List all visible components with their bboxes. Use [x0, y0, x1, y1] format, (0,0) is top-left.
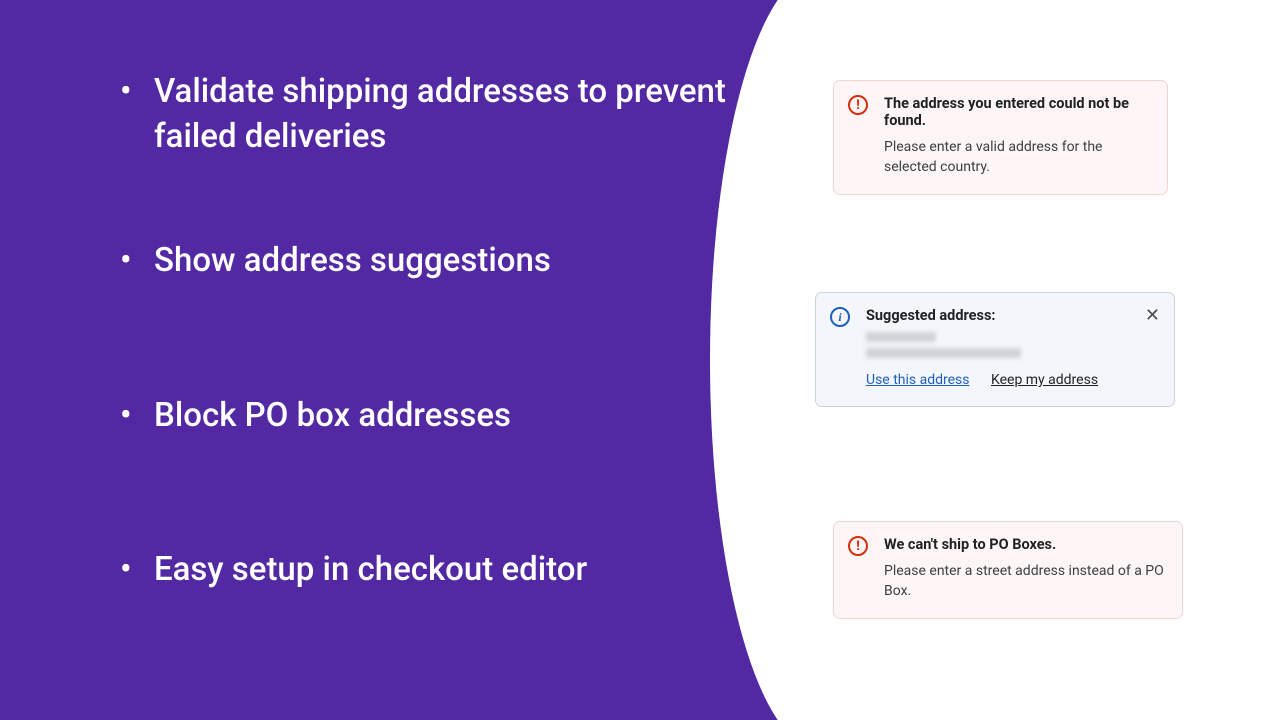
redacted-address-line: [866, 348, 1021, 358]
keep-my-address-link[interactable]: Keep my address: [991, 372, 1098, 388]
feature-list: Validate shipping addresses to prevent f…: [120, 70, 760, 593]
banner-title: Suggested address:: [866, 307, 1158, 324]
feature-item: Block PO box addresses: [120, 394, 760, 439]
feature-item: Easy setup in checkout editor: [120, 548, 760, 593]
suggestion-actions: Use this address Keep my address: [866, 372, 1158, 388]
banner-body: Please enter a street address instead of…: [884, 561, 1166, 602]
info-icon: i: [830, 307, 850, 327]
feature-panel: Validate shipping addresses to prevent f…: [0, 0, 820, 720]
address-not-found-banner: ! The address you entered could not be f…: [833, 80, 1168, 195]
close-icon[interactable]: ✕: [1145, 305, 1160, 326]
use-this-address-link[interactable]: Use this address: [866, 372, 970, 388]
feature-item: Show address suggestions: [120, 239, 760, 284]
banner-title: The address you entered could not be fou…: [884, 95, 1151, 129]
suggested-address-banner: i ✕ Suggested address: Use this address …: [815, 292, 1175, 407]
banner-title: We can't ship to PO Boxes.: [884, 536, 1166, 553]
examples-column: ! The address you entered could not be f…: [820, 0, 1280, 720]
banner-body: Please enter a valid address for the sel…: [884, 137, 1151, 178]
redacted-address-line: [866, 332, 936, 342]
error-icon: !: [848, 95, 868, 115]
error-icon: !: [848, 536, 868, 556]
feature-item: Validate shipping addresses to prevent f…: [120, 70, 760, 159]
pobox-error-banner: ! We can't ship to PO Boxes. Please ente…: [833, 521, 1183, 619]
